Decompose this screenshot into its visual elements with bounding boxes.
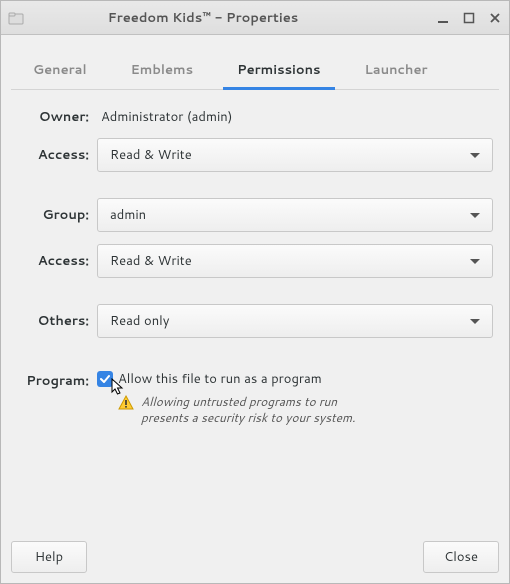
minimize-button[interactable]: [435, 10, 451, 26]
group-access-value: Read & Write: [110, 252, 470, 270]
owner-access-value: Read & Write: [110, 146, 470, 164]
warning-line2: presents a security risk to your system.: [141, 409, 355, 426]
close-dialog-button[interactable]: Close: [423, 541, 499, 573]
others-row: Others: Read only: [17, 304, 493, 338]
group-access-row: Access: Read & Write: [17, 244, 493, 278]
tab-launcher[interactable]: Launcher: [343, 53, 450, 89]
maximize-button[interactable]: [461, 10, 477, 26]
program-label: Program:: [17, 370, 89, 390]
allow-execute-label: Allow this file to run as a program: [116, 370, 322, 388]
others-access-value: Read only: [110, 312, 470, 330]
owner-row: Owner: Administrator (admin): [17, 108, 493, 126]
warning-line1: Allowing untrusted programs to run: [141, 393, 337, 410]
tab-permissions[interactable]: Permissions: [215, 53, 342, 89]
others-access-dropdown[interactable]: Read only: [97, 304, 493, 338]
help-button[interactable]: Help: [11, 541, 87, 573]
group-label: Group:: [17, 206, 89, 224]
dialog-footer: Help Close: [1, 533, 509, 583]
owner-label: Owner:: [17, 108, 89, 126]
dialog-content: General Emblems Permissions Launcher Own…: [1, 35, 509, 533]
titlebar: Freedom Kids™ - Properties: [1, 1, 509, 35]
security-warning: Allowing untrusted programs to run prese…: [117, 394, 493, 425]
group-value: admin: [110, 206, 470, 224]
close-button[interactable]: [487, 10, 503, 26]
others-label: Others:: [17, 312, 89, 330]
chevron-down-icon: [470, 213, 480, 218]
tab-general[interactable]: General: [11, 53, 109, 89]
group-row: Group: admin: [17, 198, 493, 232]
group-dropdown[interactable]: admin: [97, 198, 493, 232]
warning-icon: [117, 394, 135, 417]
owner-access-label: Access:: [17, 146, 89, 164]
chevron-down-icon: [470, 259, 480, 264]
group-access-label: Access:: [17, 252, 89, 270]
permissions-panel: Owner: Administrator (admin) Access: Rea…: [11, 90, 499, 533]
owner-access-row: Access: Read & Write: [17, 138, 493, 172]
program-row: Program: Allow this file to run as a pro…: [17, 370, 493, 425]
properties-dialog: Freedom Kids™ - Properties General Emble…: [0, 0, 510, 584]
window-controls: [435, 10, 503, 26]
window-title: Freedom Kids™ - Properties: [0, 9, 435, 27]
owner-value: Administrator (admin): [97, 108, 493, 126]
chevron-down-icon: [470, 153, 480, 158]
tab-bar: General Emblems Permissions Launcher: [11, 43, 499, 90]
tab-emblems[interactable]: Emblems: [109, 53, 216, 89]
group-access-dropdown[interactable]: Read & Write: [97, 244, 493, 278]
allow-execute-checkbox[interactable]: [97, 371, 113, 387]
owner-access-dropdown[interactable]: Read & Write: [97, 138, 493, 172]
chevron-down-icon: [470, 319, 480, 324]
warning-text: Allowing untrusted programs to run prese…: [141, 394, 355, 425]
